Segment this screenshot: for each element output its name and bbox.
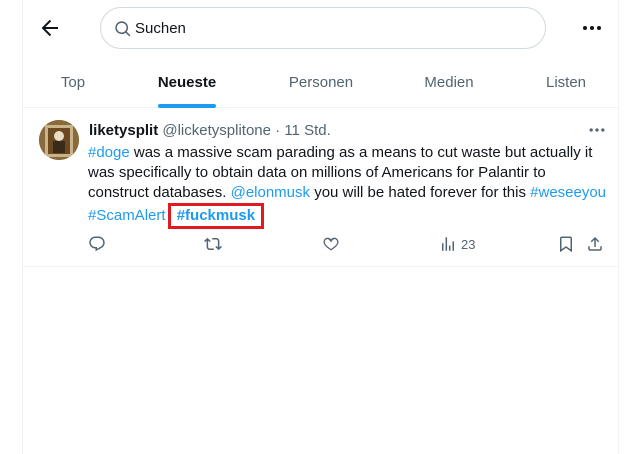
tab-listen[interactable]: Listen [529, 56, 603, 108]
hashtag-scamalert[interactable]: #ScamAlert [88, 207, 166, 224]
hashtag-weseeyou[interactable]: #weseeyou [530, 184, 606, 201]
reply-button[interactable] [88, 232, 106, 256]
arrow-left-icon[interactable] [38, 16, 62, 40]
tab-medien[interactable]: Medien [405, 56, 493, 108]
tab-top[interactable]: Top [37, 56, 109, 108]
share-icon [588, 236, 602, 251]
tweet-actions: 23 [23, 232, 618, 256]
tweet-text-part: you will be hated forever for this [310, 184, 531, 201]
display-name[interactable]: liketysplit [89, 122, 158, 139]
tab-neueste[interactable]: Neueste [143, 56, 231, 108]
top-bar [0, 0, 641, 56]
hashtag-fuckmusk-highlighted[interactable]: #fuckmusk [167, 203, 265, 229]
avatar[interactable] [39, 120, 79, 160]
hashtag-doge[interactable]: #doge [88, 144, 130, 161]
bookmark-icon [560, 236, 572, 253]
reply-icon [89, 236, 105, 252]
like-button[interactable] [322, 232, 340, 256]
views-button[interactable]: 23 [439, 232, 475, 256]
tab-personen[interactable]: Personen [271, 56, 371, 108]
more-horizontal-icon[interactable] [580, 16, 604, 40]
views-count: 23 [461, 236, 476, 252]
tweet-text: #doge was a massive scam parading as a m… [88, 143, 608, 229]
search-tabs: Top Neueste Personen Medien Listen [23, 56, 618, 108]
retweet-icon [204, 237, 222, 251]
mention-elonmusk[interactable]: @elonmusk [231, 184, 310, 201]
search-icon [114, 20, 132, 38]
search-input[interactable] [135, 14, 525, 42]
timestamp[interactable]: 11 Std. [284, 122, 330, 139]
views-icon [442, 237, 454, 251]
retweet-button[interactable] [204, 232, 222, 256]
separator: · [275, 122, 281, 139]
tweet[interactable]: liketysplit @licketysplitone · 11 Std. #… [23, 108, 618, 267]
more-horizontal-icon[interactable] [587, 120, 607, 140]
tab-label: Neueste [157, 73, 217, 91]
share-button[interactable] [586, 232, 604, 256]
search-box[interactable] [100, 7, 546, 49]
tweet-header: liketysplit @licketysplitone · 11 Std. [89, 122, 331, 139]
like-icon [323, 237, 339, 251]
handle[interactable]: @licketysplitone [162, 122, 271, 139]
bookmark-button[interactable] [557, 232, 575, 256]
